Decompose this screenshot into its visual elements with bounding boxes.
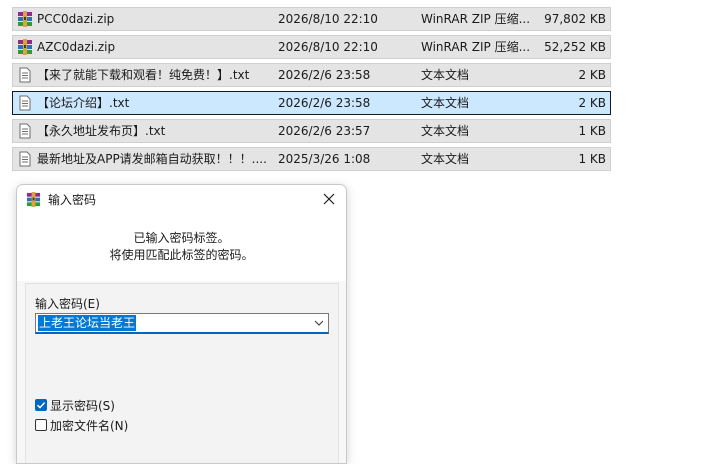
winrar-icon xyxy=(26,192,41,207)
password-combobox[interactable]: 上老王论坛当老王 xyxy=(35,313,329,334)
file-name: 最新地址及APP请发邮箱自动获取！！！.... xyxy=(37,152,267,166)
info-area: 已输入密码标签。 将使用匹配此标签的密码。 xyxy=(17,215,346,281)
file-size: 2 KB xyxy=(578,96,606,110)
dialog-titlebar[interactable]: 输入密码 xyxy=(17,185,346,215)
file-name: AZC0dazi.zip xyxy=(37,40,116,54)
file-date: 2026/8/10 22:10 xyxy=(278,40,378,54)
file-size: 97,802 KB xyxy=(544,12,606,26)
file-size: 1 KB xyxy=(578,124,606,138)
file-type: 文本文档 xyxy=(421,152,470,166)
file-size: 52,252 KB xyxy=(544,40,606,54)
file-date: 2026/2/6 23:58 xyxy=(278,68,371,82)
encrypt-filenames-checkbox[interactable] xyxy=(35,419,47,431)
file-type: 文本文档 xyxy=(421,68,470,82)
file-type: WinRAR ZIP 压缩... xyxy=(421,12,531,26)
show-password-option[interactable]: 显示密码(S) xyxy=(35,397,115,413)
close-icon xyxy=(323,193,335,208)
file-row[interactable]: PCC0dazi.zip 2026/8/10 22:10 WinRAR ZIP 压缩… xyxy=(12,7,611,31)
show-password-checkbox[interactable] xyxy=(35,399,47,411)
info-line-2: 将使用匹配此标签的密码。 xyxy=(109,248,254,262)
dialog-title: 输入密码 xyxy=(48,193,97,207)
file-date: 2026/2/6 23:58 xyxy=(278,96,371,110)
file-type: WinRAR ZIP 压缩... xyxy=(421,40,531,54)
file-size: 1 KB xyxy=(578,152,606,166)
file-row[interactable]: 【论坛介绍】.txt 2026/2/6 23:58 文本文档 2 KB xyxy=(12,91,611,115)
winrar-archive-icon xyxy=(17,11,33,27)
file-name: 【永久地址发布页】.txt xyxy=(37,124,166,138)
file-type: 文本文档 xyxy=(421,124,470,138)
file-name: PCC0dazi.zip xyxy=(37,12,115,26)
password-label: 输入密码(E) xyxy=(35,297,100,311)
text-file-icon xyxy=(17,67,33,83)
file-row[interactable]: AZC0dazi.zip 2026/8/10 22:10 WinRAR ZIP 压缩… xyxy=(12,35,611,59)
file-name: 【来了就能下载和观看！纯免费！】.txt xyxy=(37,68,250,82)
password-input[interactable]: 上老王论坛当老王 xyxy=(38,315,137,331)
file-row[interactable]: 【来了就能下载和观看！纯免费！】.txt 2026/2/6 23:58 文本文档 2 … xyxy=(12,63,611,87)
text-file-icon xyxy=(17,123,33,139)
text-file-icon xyxy=(17,151,33,167)
show-password-label: 显示密码(S) xyxy=(50,398,115,413)
file-list: PCC0dazi.zip 2026/8/10 22:10 WinRAR ZIP 压缩… xyxy=(12,7,611,175)
close-button[interactable] xyxy=(314,186,344,214)
password-dialog: 输入密码 已输入密码标签。 将使用匹配此标签的密码。 输入密码(E) 上老王论坛… xyxy=(16,184,347,464)
file-date: 2026/2/6 23:57 xyxy=(278,124,371,138)
file-row[interactable]: 最新地址及APP请发邮箱自动获取！！！.... 2025/3/26 1:08 文本文… xyxy=(12,147,611,171)
chevron-down-icon[interactable] xyxy=(313,316,325,330)
info-line-1: 已输入密码标签。 xyxy=(133,231,230,245)
file-date: 2026/8/10 22:10 xyxy=(278,12,378,26)
file-name: 【论坛介绍】.txt xyxy=(37,96,130,110)
text-file-icon xyxy=(17,95,33,111)
file-row[interactable]: 【永久地址发布页】.txt 2026/2/6 23:57 文本文档 1 KB xyxy=(12,119,611,143)
encrypt-filenames-option[interactable]: 加密文件名(N) xyxy=(35,417,128,433)
file-type: 文本文档 xyxy=(421,96,470,110)
winrar-archive-icon xyxy=(17,39,33,55)
encrypt-filenames-label: 加密文件名(N) xyxy=(50,418,129,433)
file-size: 2 KB xyxy=(578,68,606,82)
file-date: 2025/3/26 1:08 xyxy=(278,152,371,166)
